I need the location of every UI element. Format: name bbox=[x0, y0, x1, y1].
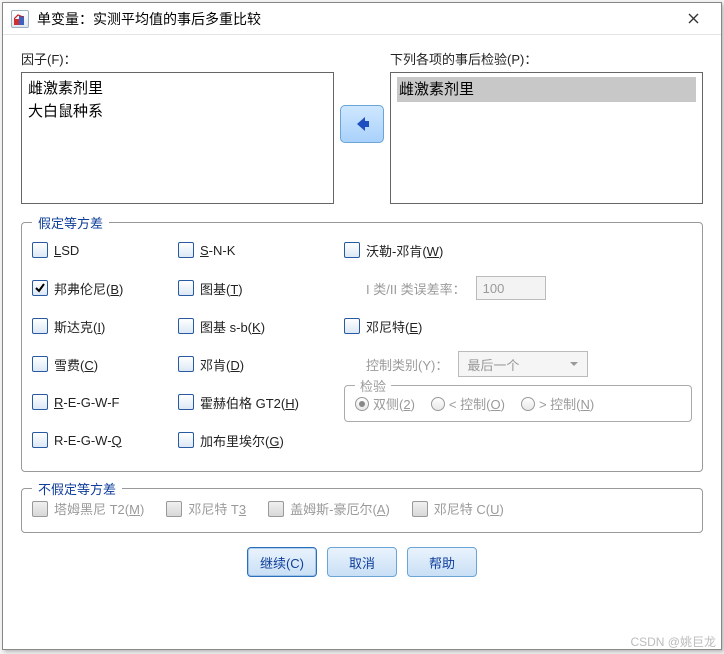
checkbox-label: 邓尼特 T3 bbox=[188, 499, 246, 518]
tukeyb-checkbox[interactable] bbox=[178, 318, 194, 334]
scheffe-checkbox[interactable] bbox=[32, 356, 48, 372]
regwq-checkbox[interactable] bbox=[32, 432, 48, 448]
app-icon bbox=[11, 10, 29, 28]
checkbox-label: 图基(T) bbox=[200, 279, 243, 298]
two-sided-radio bbox=[355, 397, 369, 411]
checkbox-label: 斯达克(I) bbox=[54, 317, 105, 336]
tukey-checkbox[interactable] bbox=[178, 280, 194, 296]
unequal-variance-group: 不假定等方差 塔姆黑尼 T2(M) 邓尼特 T3 盖姆斯-豪厄尔(A) 邓尼特 … bbox=[21, 488, 703, 533]
games-howell-checkbox bbox=[268, 501, 284, 517]
checkbox-label: 沃勒-邓肯(W) bbox=[366, 241, 443, 260]
bonferroni-checkbox[interactable] bbox=[32, 280, 48, 296]
snk-checkbox[interactable] bbox=[178, 242, 194, 258]
factor-label: 因子(F)： bbox=[21, 49, 334, 68]
dunnett-checkbox[interactable] bbox=[344, 318, 360, 334]
group-legend: 假定等方差 bbox=[32, 213, 109, 232]
regwf-checkbox[interactable] bbox=[32, 394, 48, 410]
checkbox-label: R-E-G-W-Q bbox=[54, 433, 122, 448]
checkbox-label: 图基 s-b(K) bbox=[200, 317, 265, 336]
lsd-checkbox[interactable] bbox=[32, 242, 48, 258]
checkbox-label: 邓尼特(E) bbox=[366, 317, 422, 336]
sidak-checkbox[interactable] bbox=[32, 318, 48, 334]
window-title: 单变量：实测平均值的事后多重比较 bbox=[37, 9, 673, 29]
test-subgroup: 检验 双侧(2) < 控制(O) > 控制(N) bbox=[344, 385, 692, 422]
checkbox-label: LSD bbox=[54, 243, 79, 258]
error-ratio-label: I 类/II 类误差率： bbox=[366, 279, 466, 298]
checkbox-label: R-E-G-W-F bbox=[54, 395, 119, 410]
dunnettt3-checkbox bbox=[166, 501, 182, 517]
close-icon bbox=[688, 13, 699, 24]
equal-variance-group: 假定等方差 LSD 邦弗伦尼(B) 斯达克(I) 雪费(C) R-E-G-W-F… bbox=[21, 222, 703, 472]
cancel-button[interactable]: 取消 bbox=[327, 547, 397, 577]
group-legend: 不假定等方差 bbox=[32, 479, 122, 498]
radio-label: > 控制(N) bbox=[539, 394, 594, 413]
close-button[interactable] bbox=[673, 5, 713, 33]
help-button[interactable]: 帮助 bbox=[407, 547, 477, 577]
move-left-button[interactable] bbox=[340, 105, 384, 143]
tamhane-checkbox bbox=[32, 501, 48, 517]
duncan-checkbox[interactable] bbox=[178, 356, 194, 372]
chevron-down-icon bbox=[569, 359, 579, 369]
lt-control-radio bbox=[431, 397, 445, 411]
checkbox-label: 盖姆斯-豪厄尔(A) bbox=[290, 499, 390, 518]
watermark: CSDN @姚巨龙 bbox=[630, 633, 716, 650]
checkbox-label: S-N-K bbox=[200, 243, 235, 258]
checkbox-label: 塔姆黑尼 T2(M) bbox=[54, 499, 144, 518]
continue-button[interactable]: 继续(C) bbox=[247, 547, 317, 577]
checkbox-label: 霍赫伯格 GT2(H) bbox=[200, 393, 299, 412]
gt-control-radio bbox=[521, 397, 535, 411]
gt2-checkbox[interactable] bbox=[178, 394, 194, 410]
arrow-left-icon bbox=[352, 114, 372, 134]
dunnettc-checkbox bbox=[412, 501, 428, 517]
checkbox-label: 雪费(C) bbox=[54, 355, 98, 374]
subgroup-legend: 检验 bbox=[355, 376, 391, 395]
checkbox-label: 加布里埃尔(G) bbox=[200, 431, 284, 450]
checkbox-label: 邓尼特 C(U) bbox=[434, 499, 504, 518]
checkbox-label: 邓肯(D) bbox=[200, 355, 244, 374]
posthoc-label: 下列各项的事后检验(P)： bbox=[390, 49, 703, 68]
waller-checkbox[interactable] bbox=[344, 242, 360, 258]
dialog-window: 单变量：实测平均值的事后多重比较 因子(F)： 雌激素剂里 大白鼠种系 下列各项… bbox=[2, 2, 722, 650]
control-cat-select: 最后一个 bbox=[458, 351, 588, 377]
radio-label: < 控制(O) bbox=[449, 394, 505, 413]
gabriel-checkbox[interactable] bbox=[178, 432, 194, 448]
title-bar: 单变量：实测平均值的事后多重比较 bbox=[3, 3, 721, 35]
control-cat-label: 控制类别(Y)： bbox=[366, 355, 448, 374]
posthoc-listbox[interactable]: 雌激素剂里 bbox=[390, 72, 703, 204]
error-ratio-input bbox=[476, 276, 546, 300]
checkbox-label: 邦弗伦尼(B) bbox=[54, 279, 123, 298]
radio-label: 双侧(2) bbox=[373, 394, 415, 413]
list-item[interactable]: 雌激素剂里 bbox=[28, 77, 327, 100]
factor-listbox[interactable]: 雌激素剂里 大白鼠种系 bbox=[21, 72, 334, 204]
list-item[interactable]: 大白鼠种系 bbox=[28, 100, 327, 123]
list-item[interactable]: 雌激素剂里 bbox=[397, 77, 696, 102]
